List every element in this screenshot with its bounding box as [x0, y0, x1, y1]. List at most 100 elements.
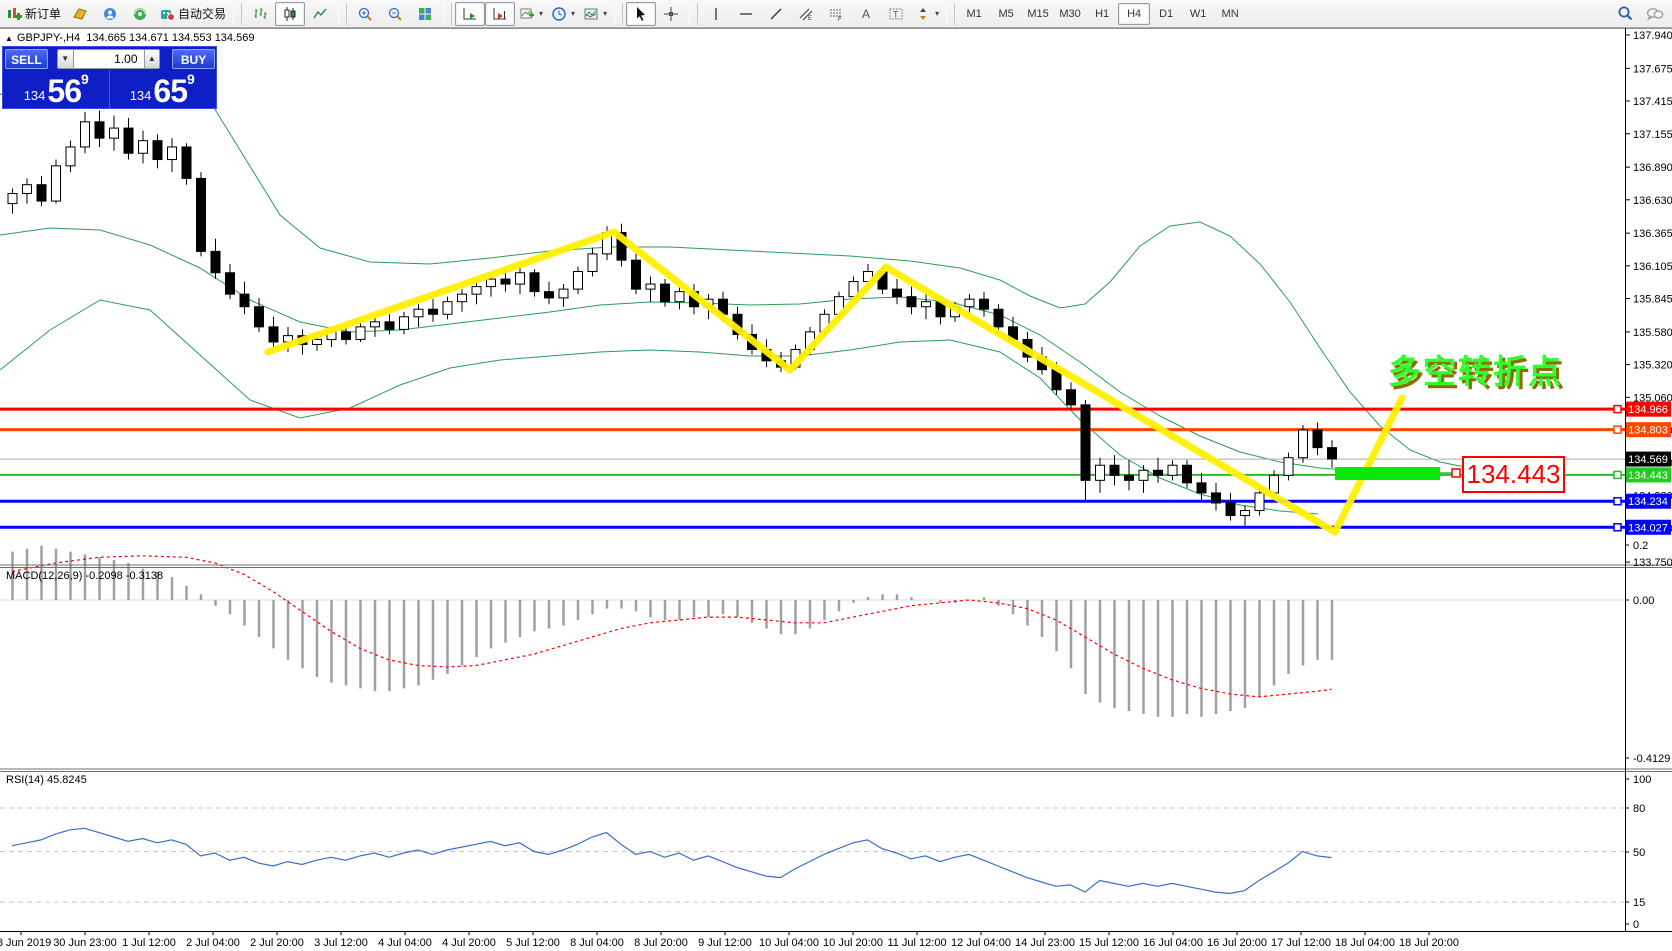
volume-input[interactable] — [74, 49, 144, 69]
auto-scroll-icon — [462, 6, 478, 22]
buy-price[interactable]: 134 65 9 — [110, 70, 216, 108]
tile-windows-button[interactable] — [410, 2, 440, 26]
vertical-line-button[interactable] — [701, 2, 731, 26]
price-callout-box[interactable]: 134.443 — [1462, 456, 1565, 493]
new-order-button[interactable]: 新订单 — [2, 2, 65, 26]
main-toolbar: 新订单 自动交易 — [0, 0, 1672, 28]
svg-text:18 Jul 20:00: 18 Jul 20:00 — [1399, 937, 1459, 949]
auto-scroll-button[interactable] — [455, 2, 485, 26]
chart-canvas[interactable]: 137.940137.675137.415137.155136.890136.6… — [0, 0, 1672, 951]
horizontal-line-button[interactable] — [731, 2, 761, 26]
timeframe-d1-button[interactable]: D1 — [1150, 3, 1182, 25]
one-click-trading-panel: SELL ▼ ▲ BUY 134 56 9 134 65 9 — [2, 46, 217, 109]
community-button[interactable] — [95, 2, 125, 26]
text-icon: A — [858, 6, 874, 22]
svg-text:136.630: 136.630 — [1633, 195, 1672, 207]
chevron-down-icon: ▾ — [571, 9, 575, 18]
cursor-icon — [633, 6, 649, 22]
turning-point-annotation[interactable]: 多空转折点 — [1388, 345, 1563, 393]
trendline-button[interactable] — [761, 2, 791, 26]
svg-text:134.443: 134.443 — [1628, 470, 1668, 482]
toolbar-separator — [946, 3, 955, 25]
svg-text:135.580: 135.580 — [1633, 327, 1672, 339]
svg-text:28 Jun 2019: 28 Jun 2019 — [0, 937, 51, 949]
fibonacci-button[interactable]: F — [821, 2, 851, 26]
template-icon — [583, 6, 599, 22]
svg-text:135.320: 135.320 — [1633, 360, 1672, 372]
chat-button[interactable] — [1640, 2, 1670, 26]
signals-button[interactable] — [125, 2, 155, 26]
svg-text:9 Jul 12:00: 9 Jul 12:00 — [698, 937, 752, 949]
sell-button[interactable]: SELL — [5, 49, 48, 69]
buy-price-point: 9 — [187, 73, 195, 85]
timeframe-group: M1M5M15M30H1H4D1W1MN — [958, 3, 1246, 25]
timeframe-h4-button[interactable]: H4 — [1118, 3, 1150, 25]
bar-chart-button[interactable] — [245, 2, 275, 26]
line-chart-button[interactable] — [305, 2, 335, 26]
svg-text:8 Jul 20:00: 8 Jul 20:00 — [634, 937, 688, 949]
volume-increase-button[interactable]: ▲ — [144, 49, 161, 69]
trendline-icon — [768, 6, 784, 22]
svg-text:12 Jul 04:00: 12 Jul 04:00 — [951, 937, 1011, 949]
zoom-in-button[interactable] — [350, 2, 380, 26]
toolbar-separator — [443, 3, 452, 25]
crosshair-button[interactable] — [656, 2, 686, 26]
profile-icon — [102, 6, 118, 22]
svg-text:134.027: 134.027 — [1628, 522, 1668, 534]
indicators-button[interactable]: ▾ — [515, 2, 547, 26]
svg-text:4 Jul 04:00: 4 Jul 04:00 — [378, 937, 432, 949]
sell-price[interactable]: 134 56 9 — [4, 70, 110, 108]
svg-text:18 Jul 04:00: 18 Jul 04:00 — [1335, 937, 1395, 949]
volume-decrease-button[interactable]: ▼ — [57, 49, 74, 69]
svg-text:50: 50 — [1633, 847, 1645, 859]
channel-icon: E — [798, 6, 814, 22]
svg-text:15 Jul 12:00: 15 Jul 12:00 — [1079, 937, 1139, 949]
sell-price-point: 9 — [81, 73, 89, 85]
timeframe-m30-button[interactable]: M30 — [1054, 3, 1086, 25]
charts-menu-button[interactable] — [65, 2, 95, 26]
vertical-line-icon — [708, 6, 724, 22]
timeframe-m5-button[interactable]: M5 — [990, 3, 1022, 25]
timeframe-m15-button[interactable]: M15 — [1022, 3, 1054, 25]
chart-shift-button[interactable] — [485, 2, 515, 26]
svg-text:30 Jun 23:00: 30 Jun 23:00 — [53, 937, 117, 949]
candlestick-icon — [282, 6, 298, 22]
sell-price-pips: 56 — [47, 76, 81, 106]
autotrading-button[interactable]: 自动交易 — [155, 2, 230, 26]
timeframe-mn-button[interactable]: MN — [1214, 3, 1246, 25]
text-label-button[interactable]: T — [881, 2, 911, 26]
candlestick-button[interactable] — [275, 2, 305, 26]
crosshair-icon — [663, 6, 679, 22]
svg-text:F: F — [838, 17, 842, 22]
collapse-panel-arrow[interactable]: ▲ — [5, 34, 13, 43]
arrows-button[interactable]: ▾ — [911, 2, 943, 26]
templates-button[interactable]: ▾ — [579, 2, 611, 26]
svg-text:5 Jul 12:00: 5 Jul 12:00 — [506, 937, 560, 949]
svg-text:100: 100 — [1633, 774, 1651, 786]
svg-text:136.365: 136.365 — [1633, 228, 1672, 240]
channel-button[interactable]: E — [791, 2, 821, 26]
indicators-icon — [519, 6, 535, 22]
svg-text:16 Jul 04:00: 16 Jul 04:00 — [1143, 937, 1203, 949]
timeframe-m1-button[interactable]: M1 — [958, 3, 990, 25]
svg-text:0: 0 — [1633, 919, 1639, 931]
buy-price-pips: 65 — [153, 76, 187, 106]
clock-icon — [551, 6, 567, 22]
cursor-button[interactable] — [626, 2, 656, 26]
timeframe-h1-button[interactable]: H1 — [1086, 3, 1118, 25]
svg-text:T: T — [893, 9, 899, 19]
zoom-in-icon — [357, 6, 373, 22]
zoom-out-icon — [387, 6, 403, 22]
zoom-out-button[interactable] — [380, 2, 410, 26]
search-button[interactable] — [1610, 2, 1640, 26]
autotrading-icon — [159, 6, 175, 22]
buy-button[interactable]: BUY — [172, 49, 215, 69]
arrows-icon — [915, 6, 931, 22]
svg-text:136.105: 136.105 — [1633, 261, 1672, 273]
svg-text:17 Jul 12:00: 17 Jul 12:00 — [1271, 937, 1331, 949]
periods-button[interactable]: ▾ — [547, 2, 579, 26]
timeframe-w1-button[interactable]: W1 — [1182, 3, 1214, 25]
text-button[interactable]: A — [851, 2, 881, 26]
bar-chart-icon — [252, 6, 268, 22]
svg-text:16 Jul 20:00: 16 Jul 20:00 — [1207, 937, 1267, 949]
